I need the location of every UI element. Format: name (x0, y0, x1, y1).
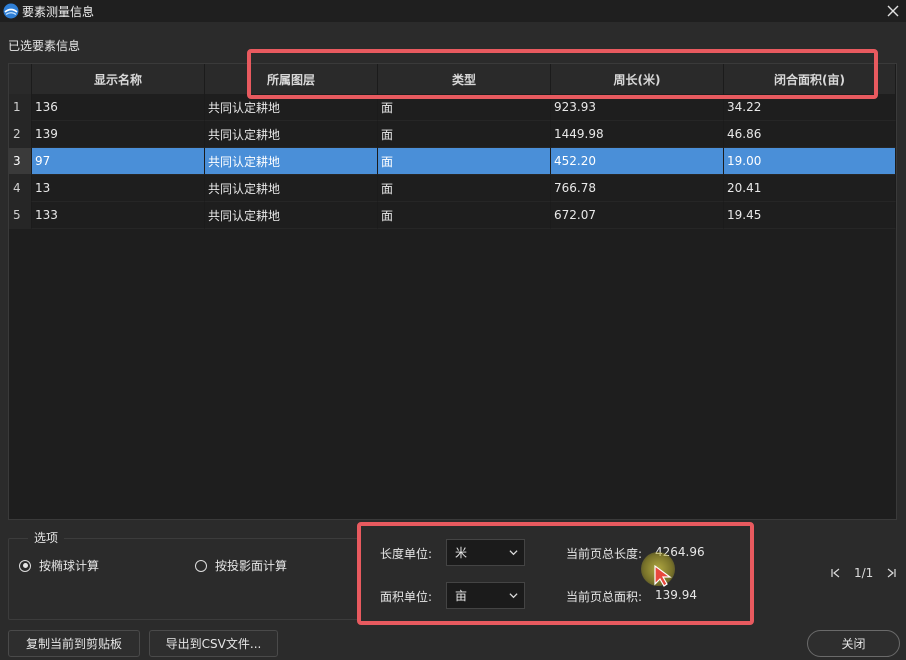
column-header-layer[interactable]: 所属图层 (205, 64, 378, 94)
chevron-down-icon (509, 593, 518, 599)
cell-name: 136 (32, 94, 205, 121)
column-header-perimeter[interactable]: 周长(米) (551, 64, 724, 94)
app-logo-icon (3, 3, 19, 19)
cell-area: 20.41 (724, 175, 896, 202)
cell-perimeter: 1449.98 (551, 121, 724, 148)
table-row[interactable]: 5 133 共同认定耕地 面 672.07 19.45 (9, 202, 896, 229)
last-page-icon[interactable] (885, 567, 897, 579)
cell-type: 面 (378, 94, 551, 121)
cell-layer: 共同认定耕地 (205, 175, 378, 202)
column-header-area[interactable]: 闭合面积(亩) (724, 64, 896, 94)
row-index: 1 (9, 94, 32, 121)
cell-perimeter: 766.78 (551, 175, 724, 202)
cell-layer: 共同认定耕地 (205, 202, 378, 229)
first-page-icon[interactable] (830, 567, 842, 579)
radio-projection[interactable]: 按投影面计算 (195, 557, 287, 574)
feature-table[interactable]: 显示名称 所属图层 类型 周长(米) 闭合面积(亩) 1 136 共同认定耕地 … (8, 63, 897, 520)
radio-unchecked-icon (195, 559, 207, 572)
measurement-dialog: 要素测量信息 已选要素信息 显示名称 所属图层 类型 周长(米) 闭合面积(亩)… (0, 0, 906, 660)
area-unit-select[interactable]: 亩 (446, 582, 525, 609)
header-index-corner (9, 64, 32, 94)
cell-perimeter: 452.20 (551, 148, 724, 175)
close-button[interactable]: 关闭 (807, 630, 900, 657)
cell-name: 133 (32, 202, 205, 229)
total-area-label: 当前页总面积: (566, 590, 643, 604)
options-legend: 选项 (28, 529, 65, 546)
cell-type: 面 (378, 202, 551, 229)
radio-ellipsoid-label: 按椭球计算 (39, 559, 100, 573)
copy-to-clipboard-button[interactable]: 复制当前到剪贴板 (8, 630, 140, 657)
cell-area: 34.22 (724, 94, 896, 121)
cell-area: 19.45 (724, 202, 896, 229)
options-group (8, 538, 360, 620)
row-index: 4 (9, 175, 32, 202)
radio-ellipsoid[interactable]: 按椭球计算 (19, 557, 99, 574)
column-header-name[interactable]: 显示名称 (32, 64, 205, 94)
window-title: 要素测量信息 (22, 5, 95, 19)
cell-name: 139 (32, 121, 205, 148)
cell-layer: 共同认定耕地 (205, 94, 378, 121)
row-index: 5 (9, 202, 32, 229)
row-index: 2 (9, 121, 32, 148)
length-unit-select[interactable]: 米 (446, 539, 525, 566)
page-indicator: 1/1 (854, 566, 874, 580)
cell-layer: 共同认定耕地 (205, 121, 378, 148)
cell-area: 19.00 (724, 148, 896, 175)
cell-type: 面 (378, 121, 551, 148)
area-unit-value: 亩 (455, 589, 468, 603)
window-close-button[interactable] (882, 0, 904, 22)
section-title: 已选要素信息 (8, 39, 81, 53)
table-row[interactable]: 1 136 共同认定耕地 面 923.93 34.22 (9, 94, 896, 121)
chevron-down-icon (509, 550, 518, 556)
export-csv-button[interactable]: 导出到CSV文件... (149, 630, 278, 657)
length-unit-value: 米 (455, 546, 468, 560)
row-index: 3 (9, 148, 32, 175)
table-row[interactable]: 2 139 共同认定耕地 面 1449.98 46.86 (9, 121, 896, 148)
column-header-type[interactable]: 类型 (378, 64, 551, 94)
unit-panel: 长度单位: 米 当前页总长度: 4264.96 面积单位: 亩 当前页总面积: … (360, 523, 753, 623)
cell-area: 46.86 (724, 121, 896, 148)
total-area-value: 139.94 (655, 588, 697, 602)
radio-checked-icon (19, 559, 31, 572)
table-header: 显示名称 所属图层 类型 周长(米) 闭合面积(亩) (9, 64, 896, 94)
table-row-selected[interactable]: 3 97 共同认定耕地 面 452.20 19.00 (9, 148, 896, 175)
close-icon (887, 5, 899, 17)
cursor-icon (654, 564, 672, 587)
table-row[interactable]: 4 13 共同认定耕地 面 766.78 20.41 (9, 175, 896, 202)
cell-name: 13 (32, 175, 205, 202)
radio-projection-label: 按投影面计算 (215, 559, 288, 573)
area-unit-label: 面积单位: (380, 590, 433, 604)
cell-perimeter: 923.93 (551, 94, 724, 121)
cell-type: 面 (378, 175, 551, 202)
length-unit-label: 长度单位: (380, 547, 433, 561)
cell-layer: 共同认定耕地 (205, 148, 378, 175)
pager: 1/1 (830, 566, 897, 580)
cell-type: 面 (378, 148, 551, 175)
cell-perimeter: 672.07 (551, 202, 724, 229)
title-bar: 要素测量信息 (0, 0, 906, 22)
cell-name: 97 (32, 148, 205, 175)
total-length-label: 当前页总长度: (566, 547, 643, 561)
